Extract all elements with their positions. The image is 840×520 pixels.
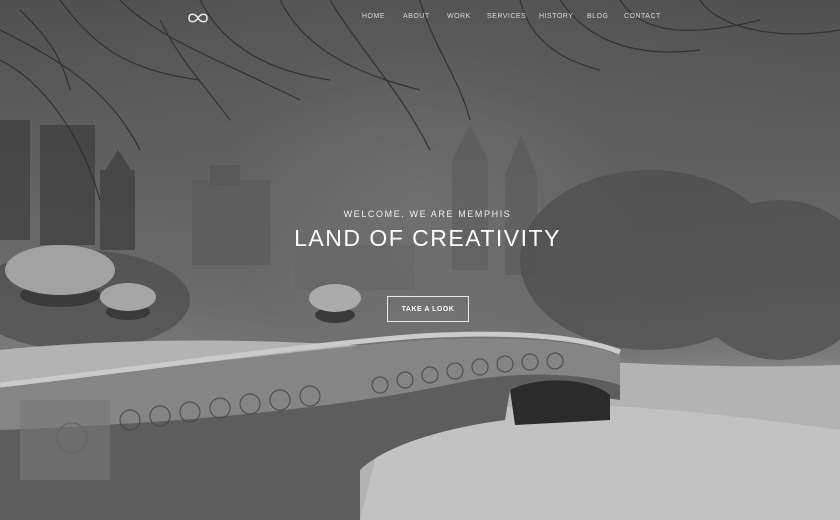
hero-title: LAND OF CREATIVITY: [294, 225, 561, 251]
hero-background-image: [0, 0, 840, 520]
hero-eyebrow: WELCOME. WE ARE MEMPHIS: [343, 209, 512, 219]
nav-contact[interactable]: CONTACT: [624, 13, 661, 20]
hero-section: HOME ABOUT WORK SERVICES HISTORY BLOG CO…: [0, 0, 840, 520]
nav-about[interactable]: ABOUT: [403, 13, 430, 20]
take-a-look-button[interactable]: TAKE A LOOK: [387, 296, 469, 322]
nav-blog[interactable]: BLOG: [587, 13, 608, 20]
nav-home[interactable]: HOME: [362, 13, 385, 20]
infinity-logo-icon[interactable]: [186, 11, 210, 25]
nav-services[interactable]: SERVICES: [487, 13, 526, 20]
nav-history[interactable]: HISTORY: [539, 13, 573, 20]
nav-work[interactable]: WORK: [447, 13, 471, 20]
